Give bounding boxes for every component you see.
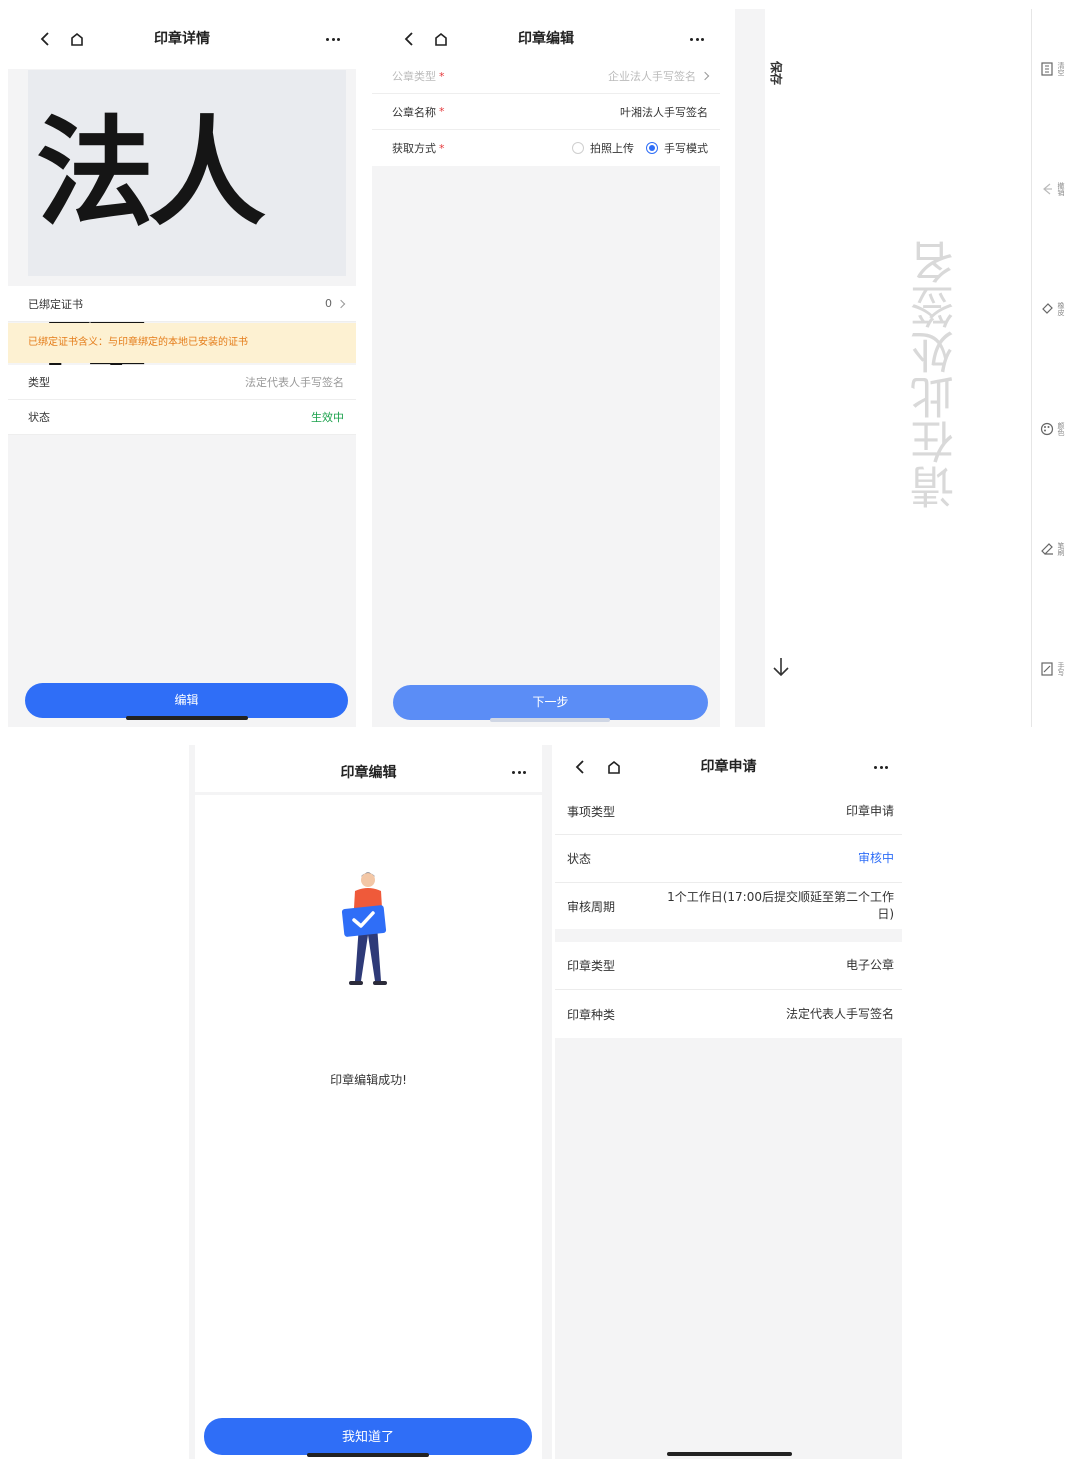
page-title: 印章申请 — [700, 759, 757, 775]
handwrite-tool[interactable]: 手写 — [1036, 656, 1070, 682]
list-item: 审核周期 1个工作日(17:00后提交顺延至第二个工作日) — [555, 883, 902, 933]
bound-cert-label: 已绑定证书 — [28, 297, 83, 311]
pad-toolbar: 清空 撤销 橡皮 颜色 笔刷 手写 — [1031, 9, 1073, 727]
home-indicator — [667, 1452, 792, 1456]
list-item: 状态 审核中 — [555, 835, 902, 883]
pad-margin — [735, 9, 765, 727]
seal-detail-screen: 印章详情 法人肆 已绑定证书 0 已绑定证书含义：与印章绑定的本地已安装的证书 … — [8, 9, 356, 727]
photo-upload-radio[interactable]: 拍照上传 — [572, 140, 634, 156]
home-indicator — [126, 716, 248, 720]
success-message: 印章编辑成功! — [330, 1073, 407, 1087]
more-icon[interactable] — [512, 771, 526, 775]
ok-button[interactable]: 我知道了 — [204, 1418, 532, 1455]
more-icon[interactable] — [874, 766, 888, 770]
undo-tool[interactable]: 撤销 — [1036, 176, 1070, 202]
color-tool[interactable]: 颜色 — [1036, 416, 1070, 442]
navbar: 印章申请 — [555, 745, 902, 789]
type-row: 类型 法定代表人手写签名 — [8, 365, 356, 400]
signature-area[interactable]: 请在此处签名 — [911, 234, 962, 509]
seal-name-label: 公章名称 — [392, 105, 436, 119]
radio-off-icon — [572, 142, 584, 154]
home-indicator — [307, 1453, 429, 1457]
seal-type-row[interactable]: 公章类型 * 企业法人手写签名 — [372, 59, 720, 94]
seal-type-label: 公章类型 — [392, 70, 436, 83]
seal-name-row[interactable]: 公章名称 * 叶湘法人手写签名 — [372, 94, 720, 130]
handwrite-icon — [1041, 662, 1053, 676]
notice-banner: 已绑定证书含义：与印章绑定的本地已安装的证书 — [8, 323, 356, 363]
success-illustration — [337, 869, 399, 993]
type-label: 类型 — [28, 376, 50, 389]
type-value: 法定代表人手写签名 — [245, 376, 344, 389]
edit-button[interactable]: 编辑 — [25, 683, 348, 718]
brush-icon — [1041, 543, 1053, 555]
seal-application-screen: 印章申请 事项类型 印章申请 状态 审核中 审核周期 1个工作日(17:00后提… — [555, 745, 902, 1459]
bound-cert-row[interactable]: 已绑定证书 0 — [8, 286, 356, 322]
arrow-down-icon[interactable] — [771, 655, 791, 679]
status-label: 状态 — [28, 411, 50, 424]
brush-tool[interactable]: 笔刷 — [1036, 536, 1070, 562]
status-row: 状态 生效中 — [8, 400, 356, 435]
list-item: 印章类型 电子公章 — [555, 942, 902, 990]
eraser-icon — [1042, 303, 1053, 314]
method-label: 获取方式 — [392, 142, 436, 155]
more-icon[interactable] — [326, 38, 340, 42]
method-row: 获取方式 * 拍照上传 手写模式 — [372, 130, 720, 166]
handwrite-radio[interactable]: 手写模式 — [646, 140, 708, 156]
status-badge: 审核中 — [857, 851, 894, 865]
next-button[interactable]: 下一步 — [393, 685, 708, 720]
clear-tool[interactable]: 清空 — [1036, 56, 1070, 82]
seal-name-input[interactable]: 叶湘法人手写签名 — [620, 94, 708, 129]
chevron-right-icon — [700, 71, 710, 81]
page-title: 印章详情 — [154, 31, 210, 47]
more-icon[interactable] — [690, 38, 704, 42]
clear-icon — [1041, 62, 1053, 76]
navbar: 印章编辑 — [195, 745, 542, 795]
edit-success-screen: 印章编辑 印章编辑成功! 我知道了 — [189, 745, 552, 1459]
seal-type-value: 企业法人手写签名 — [608, 70, 696, 83]
seal-image: 法人肆 — [28, 70, 346, 436]
status-value: 生效中 — [311, 411, 344, 424]
undo-icon — [1043, 183, 1052, 195]
seal-edit-screen: 印章编辑 公章类型 * 企业法人手写签名 公章名称 * 叶湘法人手写签名 获取方式 *… — [372, 9, 720, 727]
page-title: 印章编辑 — [340, 765, 397, 781]
chevron-right-icon — [336, 299, 346, 308]
palette-icon — [1040, 422, 1054, 436]
eraser-tool[interactable]: 橡皮 — [1036, 296, 1070, 322]
list-item: 印章种类 法定代表人手写签名 — [555, 990, 902, 1038]
home-indicator — [490, 718, 610, 722]
save-button[interactable]: 保存 — [768, 61, 785, 85]
navbar: 印章详情 — [8, 9, 356, 69]
seal-signature: 法人肆 — [36, 103, 266, 436]
signature-pad-screen: 保存 请在此处签名 清空 撤销 橡皮 颜色 笔刷 手写 — [735, 9, 1073, 727]
list-item: 事项类型 印章申请 — [555, 789, 902, 835]
radio-on-icon — [646, 142, 658, 154]
bound-cert-count: 0 — [325, 297, 332, 310]
